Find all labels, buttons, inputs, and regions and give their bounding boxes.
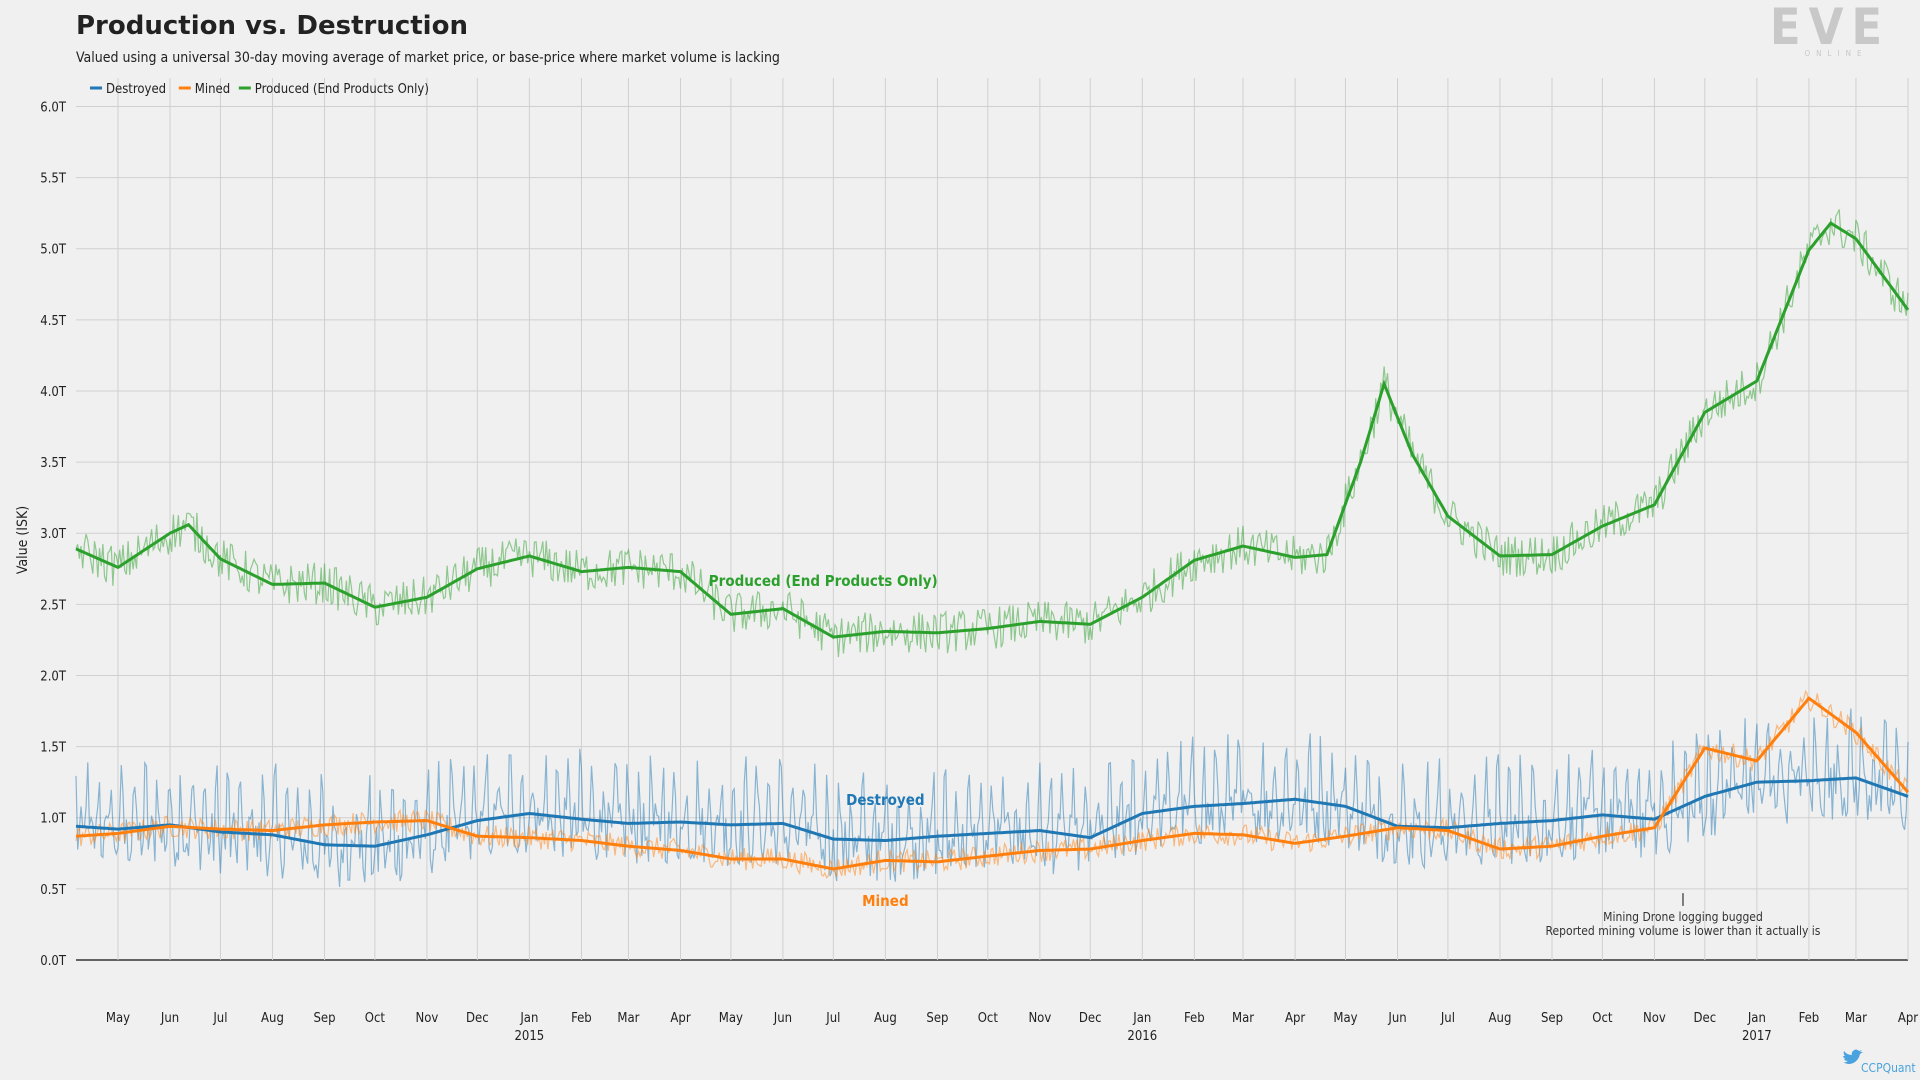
x-tick-label: Oct: [365, 1011, 386, 1026]
x-year-label: 2016: [1127, 1029, 1157, 1044]
x-tick-label: Aug: [874, 1011, 897, 1026]
x-tick-label: Aug: [1489, 1011, 1512, 1026]
y-tick-label: 5.5T: [40, 172, 67, 187]
x-tick-label: Apr: [670, 1011, 690, 1026]
x-tick-label: Nov: [1643, 1011, 1666, 1026]
credit: CCPQuant: [1843, 1049, 1916, 1075]
x-tick-label: Sep: [313, 1011, 335, 1026]
y-tick-label: 0.0T: [40, 954, 67, 969]
y-tick-label: 5.0T: [40, 243, 67, 258]
y-tick-label: 1.5T: [40, 741, 67, 756]
annotation-text: Mining Drone logging bugged: [1603, 910, 1763, 924]
series-daily-layer: [75, 209, 1909, 888]
chart: Production vs. Destruction Valued using …: [15, 0, 1918, 1075]
series-inline-label: Destroyed: [846, 791, 924, 809]
y-tick-label: 3.5T: [40, 456, 67, 471]
x-tick-label: Nov: [416, 1011, 439, 1026]
y-tick-label: 0.5T: [40, 883, 67, 898]
x-tick-label: Jun: [1387, 1011, 1406, 1026]
x-axis: May Jun Jul Aug Sep Oct Nov Dec Jan 2015 Feb Mar Apr…: [106, 1011, 1918, 1044]
x-year-label: 2017: [1742, 1029, 1772, 1044]
x-tick-label: Mar: [1845, 1011, 1867, 1026]
y-tick-label: 4.5T: [40, 314, 67, 329]
twitter-bird-icon: [1843, 1049, 1863, 1064]
x-tick-label: Sep: [926, 1011, 948, 1026]
series-inline-label: Produced (End Products Only): [709, 572, 938, 590]
x-tick-label: Sep: [1541, 1011, 1563, 1026]
series-daily-line: [75, 708, 1909, 888]
chart-subtitle: Valued using a universal 30-day moving a…: [76, 50, 780, 66]
x-tick-label: Jan: [1132, 1011, 1151, 1026]
x-tick-label: Apr: [1285, 1011, 1305, 1026]
x-tick-label: Feb: [1184, 1011, 1205, 1026]
x-tick-label: Jul: [825, 1011, 840, 1026]
x-tick-label: Feb: [1799, 1011, 1820, 1026]
chart-title: Production vs. Destruction: [76, 11, 468, 41]
legend-label: Mined: [195, 82, 230, 97]
eve-logo: EVE ONLINE: [1770, 0, 1890, 58]
annotations-layer: Mining Drone logging buggedReported mini…: [1546, 893, 1821, 938]
x-tick-label: Jun: [773, 1011, 792, 1026]
x-tick-label: Dec: [1079, 1011, 1102, 1026]
series-inline-label: Mined: [862, 892, 908, 910]
legend-label: Destroyed: [106, 82, 166, 97]
y-tick-label: 2.0T: [40, 669, 67, 684]
y-axis-label: Value (ISK): [15, 506, 31, 574]
x-tick-label: Jan: [1747, 1011, 1766, 1026]
x-tick-label: Dec: [466, 1011, 489, 1026]
x-tick-label: May: [106, 1011, 130, 1026]
series-daily-line: [75, 209, 1909, 658]
credit-text: CCPQuant: [1861, 1061, 1916, 1075]
annotation-text: Reported mining volume is lower than it …: [1546, 924, 1821, 938]
x-tick-label: May: [719, 1011, 743, 1026]
legend: Destroyed Mined Produced (End Products Onl…: [90, 82, 429, 97]
x-tick-label: Feb: [571, 1011, 592, 1026]
x-tick-label: Oct: [978, 1011, 999, 1026]
y-tick-label: 1.0T: [40, 812, 67, 827]
y-tick-label: 2.5T: [40, 598, 67, 613]
series-trend-line: [75, 221, 1910, 639]
y-tick-label: 4.0T: [40, 385, 67, 400]
y-tick-label: 3.0T: [40, 527, 67, 542]
x-tick-label: Dec: [1693, 1011, 1716, 1026]
x-tick-label: Jul: [212, 1011, 227, 1026]
x-tick-label: Jun: [160, 1011, 179, 1026]
legend-label: Produced (End Products Only): [255, 82, 429, 97]
y-tick-label: 6.0T: [40, 100, 67, 115]
x-tick-label: Apr: [1898, 1011, 1918, 1026]
x-tick-label: Jul: [1440, 1011, 1455, 1026]
x-tick-label: Aug: [261, 1011, 284, 1026]
x-tick-label: Mar: [1232, 1011, 1254, 1026]
y-axis: 0.0T 0.5T 1.0T 1.5T 2.0T 2.5T 3.0T 3.5T 4.0T 4.5T…: [40, 100, 67, 969]
x-tick-label: Nov: [1028, 1011, 1051, 1026]
logo-subtext: ONLINE: [1804, 49, 1867, 58]
x-tick-label: May: [1333, 1011, 1357, 1026]
logo-text: EVE: [1770, 0, 1890, 56]
x-tick-label: Oct: [1592, 1011, 1613, 1026]
x-tick-label: Mar: [617, 1011, 639, 1026]
x-year-label: 2015: [514, 1029, 544, 1044]
x-tick-label: Jan: [519, 1011, 538, 1026]
